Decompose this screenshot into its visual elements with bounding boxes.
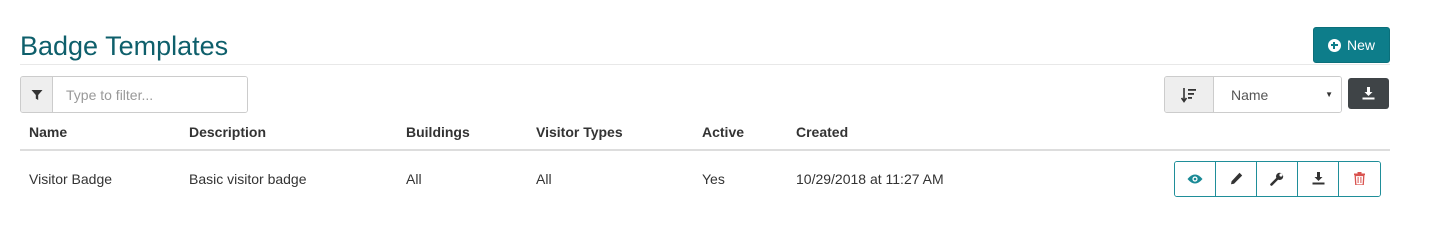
filter-icon <box>31 89 42 100</box>
export-button[interactable] <box>1348 78 1389 109</box>
column-header-created[interactable]: Created <box>787 114 1147 151</box>
wrench-icon <box>1270 172 1284 186</box>
column-header-description[interactable]: Description <box>180 114 397 151</box>
edit-button[interactable] <box>1216 161 1257 196</box>
title-divider <box>20 64 1390 65</box>
column-header-actions <box>1147 114 1390 151</box>
cell-buildings: All <box>397 150 527 207</box>
download-icon <box>1362 87 1375 100</box>
column-header-buildings[interactable]: Buildings <box>397 114 527 151</box>
column-header-visitor-types[interactable]: Visitor Types <box>527 114 693 151</box>
table-row: Visitor Badge Basic visitor badge All Al… <box>20 150 1390 207</box>
sort-group: Name ▼ <box>1164 76 1342 113</box>
filter-addon[interactable] <box>21 77 53 112</box>
filter-input[interactable] <box>53 77 247 112</box>
cell-active: Yes <box>693 150 787 207</box>
plus-circle-icon <box>1327 38 1341 52</box>
pencil-icon <box>1230 172 1242 185</box>
delete-button[interactable] <box>1339 161 1380 196</box>
view-button[interactable] <box>1175 161 1216 196</box>
caret-down-icon: ▼ <box>1325 90 1333 99</box>
configure-button[interactable] <box>1257 161 1298 196</box>
cell-visitor-types: All <box>527 150 693 207</box>
templates-table: Name Description Buildings Visitor Types… <box>20 114 1390 207</box>
download-button[interactable] <box>1298 161 1339 196</box>
cell-created: 10/29/2018 at 11:27 AM <box>787 150 1147 207</box>
sort-direction-button[interactable] <box>1165 77 1214 112</box>
cell-actions <box>1147 150 1390 207</box>
table-header-row: Name Description Buildings Visitor Types… <box>20 114 1390 151</box>
cell-name: Visitor Badge <box>20 150 180 207</box>
sort-field-select[interactable]: Name ▼ <box>1214 77 1341 112</box>
download-icon <box>1312 172 1324 185</box>
column-header-name[interactable]: Name <box>20 114 180 151</box>
column-header-active[interactable]: Active <box>693 114 787 151</box>
row-actions <box>1174 160 1381 197</box>
sort-amount-icon <box>1181 87 1196 103</box>
cell-description: Basic visitor badge <box>180 150 397 207</box>
new-button-label: New <box>1346 37 1375 53</box>
page-title: Badge Templates <box>20 31 229 61</box>
eye-icon <box>1187 174 1203 183</box>
new-button[interactable]: New <box>1313 27 1390 63</box>
trash-icon <box>1354 172 1365 185</box>
sort-field-value: Name <box>1231 86 1269 103</box>
filter-group <box>20 76 248 113</box>
